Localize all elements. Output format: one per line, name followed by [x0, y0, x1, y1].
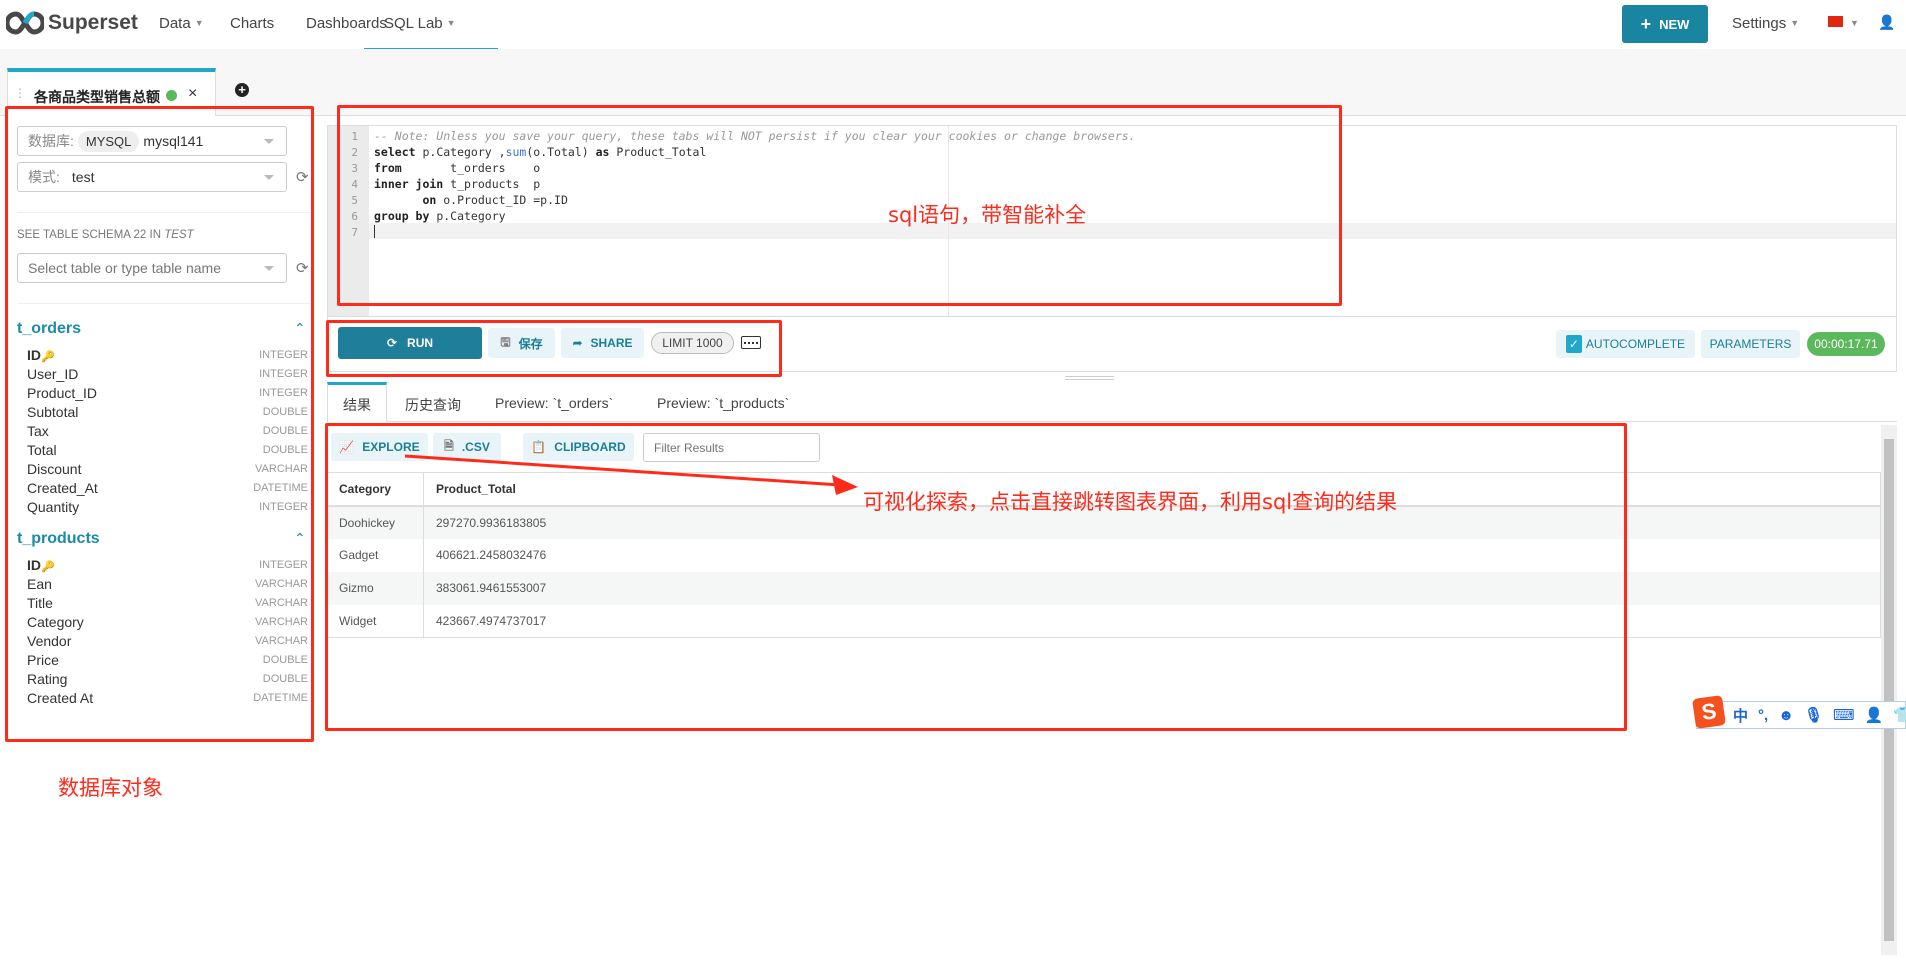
user-icon[interactable]: 👤 — [1878, 14, 1895, 31]
drag-handle-icon[interactable]: ⋮ — [14, 86, 26, 100]
superset-logo-icon[interactable] — [4, 10, 46, 36]
ime-language-toggle[interactable]: 中 — [1733, 705, 1748, 726]
tab-query-history[interactable]: 历史查询 — [405, 395, 461, 415]
annotation-arrow — [404, 454, 858, 495]
autocomplete-toggle[interactable]: ✓ AUTOCOMPLETE — [1556, 330, 1695, 358]
new-label: NEW — [1659, 16, 1690, 32]
tab-preview-t-orders[interactable]: Preview: `t_orders` — [495, 395, 613, 411]
nav-dashboards[interactable]: Dashboards — [306, 15, 387, 32]
close-tab-icon[interactable]: × — [188, 85, 197, 103]
annotation-box-sidebar — [5, 106, 314, 742]
query-tab-title: 各商品类型销售总额 — [34, 89, 160, 105]
scrollbar-thumb[interactable] — [1884, 439, 1894, 941]
tab-preview-t-products[interactable]: Preview: `t_products` — [657, 395, 789, 411]
arrow-line — [404, 454, 841, 487]
query-status-dot — [166, 90, 177, 101]
new-button[interactable]: + NEW — [1622, 5, 1708, 43]
checkbox-checked-icon: ✓ — [1565, 335, 1582, 353]
plus-icon: + — [1640, 13, 1652, 34]
brand-name[interactable]: Superset — [48, 11, 138, 35]
results-scrollbar[interactable] — [1881, 425, 1897, 955]
resize-handle[interactable] — [1065, 376, 1114, 380]
annotation-sidebar-text: 数据库对象 — [58, 776, 163, 800]
nav-data[interactable]: Data ▼ — [159, 15, 204, 32]
caret-down-icon: ▼ — [446, 18, 456, 28]
top-navbar: Superset Data ▼ Charts Dashboards SQL Lab… — [0, 0, 1906, 49]
nav-charts[interactable]: Charts — [230, 15, 274, 32]
caret-down-icon: ▼ — [1790, 18, 1800, 28]
language-flag-icon[interactable] — [1828, 16, 1843, 27]
nav-label: SQL Lab — [384, 15, 443, 32]
parameters-button[interactable]: PARAMETERS — [1701, 330, 1800, 358]
annotation-box-toolbar — [326, 320, 782, 377]
settings-label: Settings — [1732, 15, 1787, 32]
user-card-icon[interactable]: 👤 — [1865, 706, 1884, 724]
annotation-explore-text: 可视化探索，点击直接跳转图表界面，利用sql查询的结果 — [863, 490, 1398, 514]
caret-down-icon: ▼ — [194, 18, 204, 28]
nav-sql-lab[interactable]: SQL Lab ▼ — [384, 15, 456, 32]
microphone-icon[interactable]: 🎙 — [1804, 706, 1823, 724]
query-timer: 00:00:17.71 — [1807, 332, 1885, 356]
ime-punctuation-toggle[interactable]: °, — [1758, 707, 1768, 724]
sogou-ime-logo-icon[interactable]: S — [1692, 695, 1726, 729]
autocomplete-label: AUTOCOMPLETE — [1585, 337, 1686, 351]
ime-toolbar[interactable]: 中 °, ☻ 🎙 ⌨ 👤 👕 — [1696, 701, 1906, 729]
add-tab-icon[interactable]: + — [235, 83, 249, 97]
skin-shirt-icon[interactable]: 👕 — [1893, 706, 1906, 724]
nav-label: Data — [159, 15, 191, 32]
caret-down-icon: ▼ — [1850, 18, 1859, 28]
arrow-head — [832, 475, 858, 495]
settings-menu[interactable]: Settings ▼ — [1732, 15, 1799, 32]
annotation-editor-text: sql语句，带智能补全 — [888, 203, 1087, 227]
divider — [327, 421, 1897, 422]
keyboard-icon[interactable]: ⌨ — [1833, 706, 1855, 724]
tab-results-label[interactable]: 结果 — [343, 395, 371, 415]
emoji-icon[interactable]: ☻ — [1778, 707, 1794, 724]
annotation-box-editor — [337, 105, 1342, 306]
